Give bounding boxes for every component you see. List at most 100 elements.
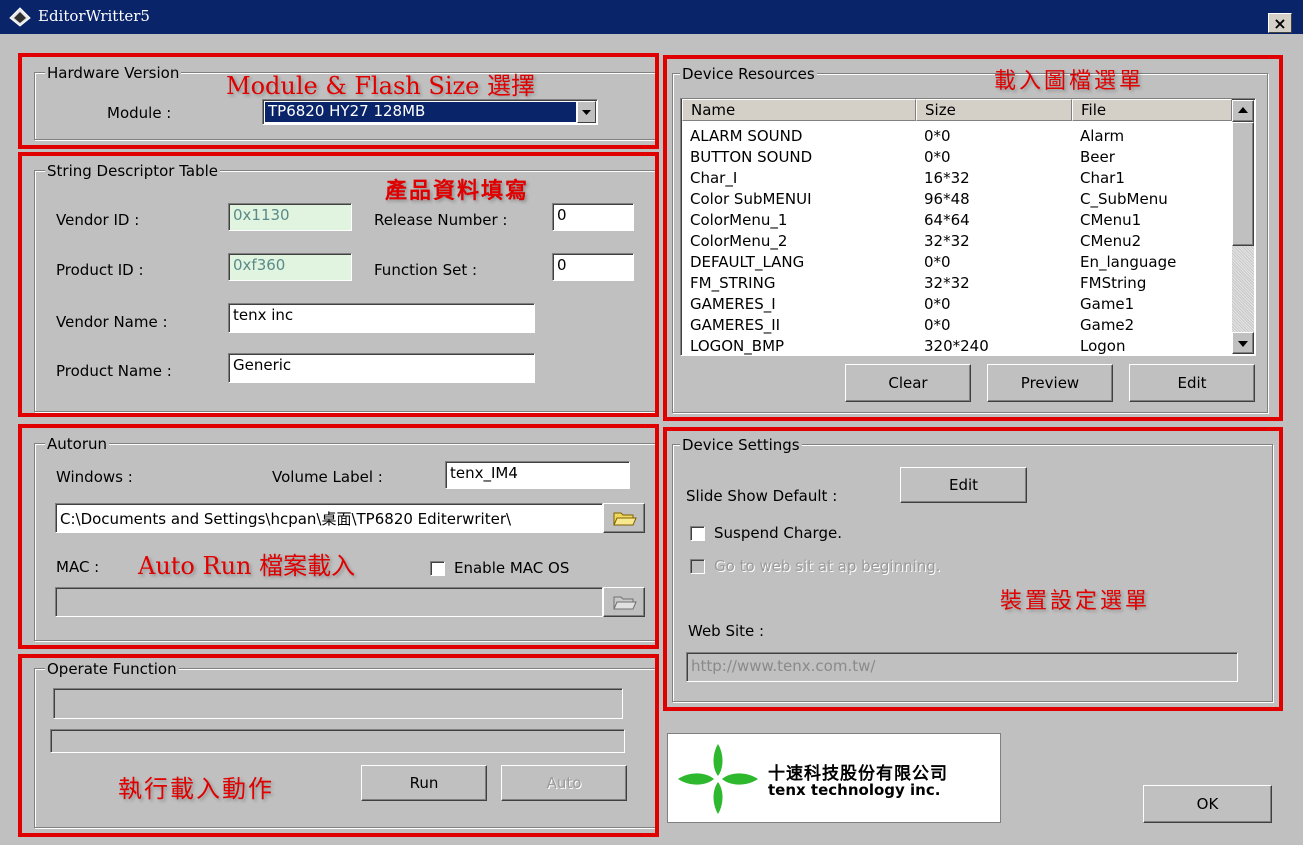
cell-file: Game1	[1080, 295, 1135, 313]
run-button[interactable]: Run	[361, 765, 487, 801]
edit-resource-button[interactable]: Edit	[1129, 364, 1255, 402]
cell-size: 0*0	[924, 253, 951, 271]
resources-annotation: 載入圖檔選單	[994, 69, 1145, 94]
release-number-field[interactable]: 0	[552, 203, 634, 231]
enable-mac-label[interactable]: Enable MAC OS	[454, 559, 569, 577]
table-row[interactable]: DEFAULT_LANG 0*0 En_language	[682, 252, 1230, 273]
logo-english-text: tenx technology inc.	[768, 781, 941, 799]
windows-path-field[interactable]: C:\Documents and Settings\hcpan\桌面\TP682…	[55, 503, 603, 533]
table-row[interactable]: GAMERES_II 0*0 Game2	[682, 315, 1230, 336]
cell-name: ColorMenu_2	[690, 232, 788, 250]
vendor-name-label: Vendor Name :	[56, 313, 168, 331]
resources-scrollbar[interactable]	[1232, 100, 1254, 354]
chevron-down-icon[interactable]	[577, 101, 596, 123]
slide-show-label: Slide Show Default :	[686, 487, 838, 505]
mac-browse-button[interactable]	[603, 587, 645, 617]
cell-name: FM_STRING	[690, 274, 776, 292]
module-select-value: TP6820 HY27 128MB	[265, 102, 576, 122]
volume-label-label: Volume Label :	[272, 468, 383, 486]
cell-size: 0*0	[924, 316, 951, 334]
scroll-up-button[interactable]	[1232, 100, 1254, 122]
autorun-annotation: Auto Run 檔案載入	[138, 552, 356, 580]
cell-name: LOGON_BMP	[690, 337, 785, 355]
hardware-legend: Hardware Version	[45, 64, 182, 82]
mac-label: MAC :	[56, 558, 100, 576]
cell-file: CMenu2	[1080, 232, 1142, 250]
app-icon	[9, 7, 31, 27]
vendor-id-field[interactable]: 0x1130	[228, 203, 352, 231]
ok-button[interactable]: OK	[1143, 785, 1272, 823]
mac-path-field[interactable]	[55, 587, 603, 617]
table-row[interactable]: ColorMenu_2 32*32 CMenu2	[682, 231, 1230, 252]
table-row[interactable]: FM_STRING 32*32 FMString	[682, 273, 1230, 294]
operate-annotation: 執行載入動作	[118, 775, 274, 803]
product-id-label: Product ID :	[56, 261, 144, 279]
clear-button[interactable]: Clear	[845, 364, 971, 402]
cell-file: FMString	[1080, 274, 1147, 292]
operate-function-legend: Operate Function	[45, 660, 179, 678]
module-flash-annotation: Module & Flash Size 選擇	[226, 72, 535, 100]
cell-file: CMenu1	[1080, 211, 1142, 229]
cell-file: Logon	[1080, 337, 1126, 355]
close-button[interactable]: ×	[1268, 13, 1292, 33]
settings-annotation: 裝置設定選單	[1000, 589, 1151, 614]
product-name-field[interactable]: Generic	[228, 353, 535, 383]
table-row[interactable]: LOGON_BMP 320*240 Logon	[682, 336, 1230, 355]
scroll-thumb[interactable]	[1232, 122, 1254, 246]
cell-file: Game2	[1080, 316, 1135, 334]
folder-icon	[613, 596, 637, 610]
windows-label: Windows :	[56, 468, 133, 486]
product-id-field[interactable]: 0xf360	[228, 253, 352, 281]
company-logo: 十速科技股份有限公司 tenx technology inc.	[667, 733, 1001, 823]
cell-name: ALARM SOUND	[690, 127, 803, 145]
website-field[interactable]: http://www.tenx.com.tw/	[686, 652, 1238, 682]
resources-list[interactable]: Name Size File ALARM SOUND 0*0 Alarm BUTTON…	[680, 98, 1256, 356]
vendor-name-field[interactable]: tenx inc	[228, 303, 535, 333]
goto-website-checkbox[interactable]	[690, 559, 705, 574]
cell-size: 32*32	[924, 274, 970, 292]
release-number-label: Release Number :	[374, 211, 508, 229]
table-row[interactable]: Color SubMENUI 96*48 C_SubMenu	[682, 189, 1230, 210]
column-header-size[interactable]: Size	[916, 99, 1072, 121]
cell-size: 32*32	[924, 232, 970, 250]
column-header-name[interactable]: Name	[682, 99, 916, 121]
scroll-down-button[interactable]	[1232, 332, 1254, 354]
table-row[interactable]: GAMERES_I 0*0 Game1	[682, 294, 1230, 315]
progress-bar-2	[50, 729, 625, 753]
device-resources-legend: Device Resources	[680, 65, 817, 83]
cell-size: 96*48	[924, 190, 970, 208]
column-header-file[interactable]: File	[1072, 99, 1232, 121]
suspend-charge-checkbox[interactable]	[690, 526, 705, 541]
suspend-charge-label[interactable]: Suspend Charge.	[714, 524, 842, 542]
enable-mac-checkbox[interactable]	[430, 561, 445, 576]
string-descriptor-legend: String Descriptor Table	[45, 162, 221, 180]
cell-file: Char1	[1080, 169, 1125, 187]
window-title: EditorWritter5	[38, 7, 150, 25]
table-row[interactable]: BUTTON SOUND 0*0 Beer	[682, 147, 1230, 168]
function-set-field[interactable]: 0	[552, 253, 634, 281]
device-settings-legend: Device Settings	[680, 436, 802, 454]
table-row[interactable]: ALARM SOUND 0*0 Alarm	[682, 126, 1230, 147]
cell-size: 320*240	[924, 337, 989, 355]
cell-file: C_SubMenu	[1080, 190, 1168, 208]
cell-name: GAMERES_II	[690, 316, 781, 334]
function-set-label: Function Set :	[374, 261, 478, 279]
cell-name: ColorMenu_1	[690, 211, 788, 229]
tenx-logo-icon	[678, 744, 758, 814]
module-select[interactable]: TP6820 HY27 128MB	[262, 99, 598, 125]
volume-label-field[interactable]: tenx_IM4	[445, 461, 630, 489]
progress-bar-1	[53, 688, 623, 719]
slide-show-edit-button[interactable]: Edit	[900, 467, 1027, 503]
auto-button[interactable]: Auto	[501, 765, 627, 801]
cell-name: GAMERES_I	[690, 295, 776, 313]
product-name-label: Product Name :	[56, 362, 172, 380]
table-row[interactable]: Char_I 16*32 Char1	[682, 168, 1230, 189]
cell-name: Char_I	[690, 169, 738, 187]
module-label: Module :	[107, 104, 172, 122]
goto-website-label[interactable]: Go to web sit at ap beginning.	[714, 557, 941, 575]
cell-file: Beer	[1080, 148, 1115, 166]
table-row[interactable]: ColorMenu_1 64*64 CMenu1	[682, 210, 1230, 231]
preview-button[interactable]: Preview	[987, 364, 1113, 402]
arrow-down-icon	[1238, 341, 1248, 347]
windows-browse-button[interactable]	[603, 503, 645, 533]
